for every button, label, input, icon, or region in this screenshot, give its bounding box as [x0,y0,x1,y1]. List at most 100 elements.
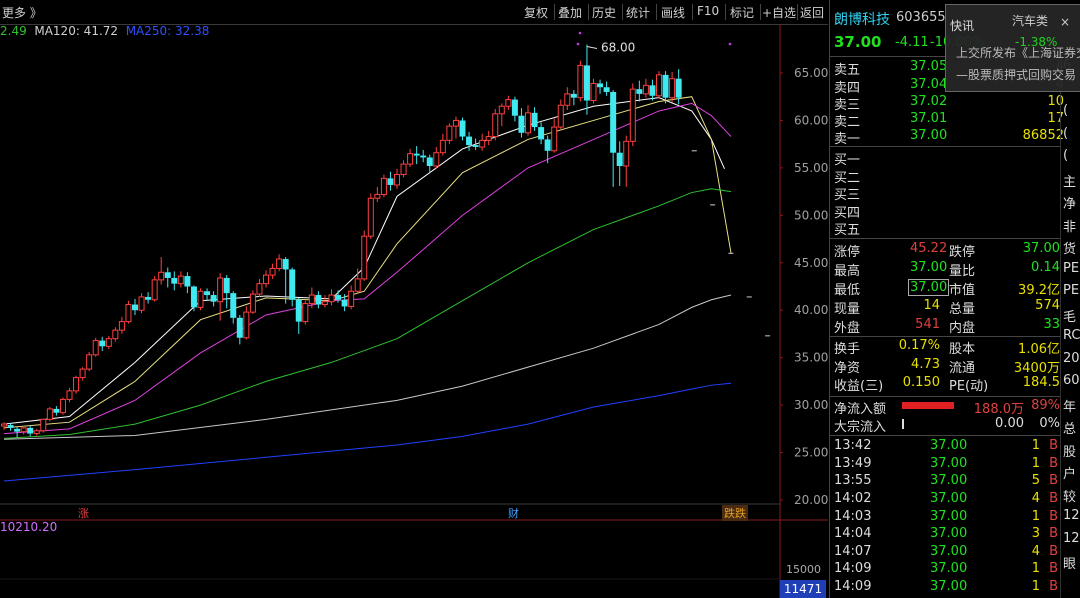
f10-info-fragment: RC [1063,328,1080,343]
back-button[interactable]: 返回 [800,4,824,21]
candle-body [354,278,361,292]
candle-body [158,271,165,281]
f10-info-fragment: 总 [1063,422,1077,437]
toolbar-divider [725,4,726,20]
stat-label: 净资 [834,361,861,376]
candle-body [479,139,486,148]
panel-divider [1060,56,1061,598]
ask-row[interactable]: 卖三 37.02 10 [834,94,1064,113]
candle-body [33,430,40,435]
tick-row: 14:09 37.00 1 B [834,561,1060,579]
stats-row: 净资 4.73 流通 3400万 [834,357,1060,376]
candle-body [236,317,243,338]
draw-line-button[interactable]: 画线 [661,4,685,21]
stat-label: 涨停 [834,245,861,260]
moving-average-line [3,294,732,440]
candle-body [374,193,381,199]
f10-info-column[interactable]: 6(((主净非货PEPE毛RC2060年总股户较1212眼 [1062,56,1080,598]
add-watchlist-button[interactable]: +自选 [762,4,796,21]
block-inflow-row[interactable]: 大宗流入 0.00 0% [834,416,1060,435]
candle-body [629,88,636,142]
limit-up-event-marker[interactable]: 涨 [78,505,89,521]
candle-body [426,157,433,166]
candle-body [452,119,459,127]
stat-value: 14 [923,298,940,313]
candle-body [590,82,597,102]
bid-row[interactable]: 买三 [834,184,1064,203]
bid-label: 买一 [834,153,861,168]
bid-row[interactable]: 买四 [834,202,1064,221]
stats-button[interactable]: 统计 [626,4,650,21]
candle-body [27,427,34,434]
stat-label: 最高 [834,264,861,279]
candle-body [184,276,191,287]
volume-cursor-badge: 11471 [780,580,826,598]
stock-name[interactable]: 朗博科技 [834,9,890,29]
price-axis-label: 65.00 [794,66,828,80]
f10-info-fragment: 眼 [1063,557,1077,572]
mark-button[interactable]: 标记 [730,4,754,21]
f10-info-fragment: 12 [1063,508,1080,523]
candle-body [145,296,152,300]
candle-body [636,89,643,94]
price-axis-label: 45.00 [794,256,828,270]
financial-event-marker[interactable]: 财 [508,505,519,521]
ask-row[interactable]: 卖一 37.00 86852 [834,128,1064,147]
candle-body [263,274,269,285]
stat-value: 541 [915,317,940,332]
tick-side: B [1049,544,1058,559]
news-category-tag[interactable]: 汽车类 [1012,12,1048,29]
candle-body [53,408,60,413]
stat-value: 4.73 [911,357,940,372]
price-axis-label: 35.00 [794,351,828,365]
candle-body [603,87,610,92]
ask-price: 37.00 [910,128,948,143]
candle-body [433,152,440,167]
overlay-button[interactable]: 叠加 [558,4,582,21]
toolbar-divider [656,4,657,20]
stat-value: 37.00 [910,260,948,275]
candle-body [308,294,315,305]
f10-info-fragment: 非 [1063,219,1077,235]
f10-info-fragment: 年 [1063,399,1077,415]
fuquan-button[interactable]: 复权 [524,4,548,21]
candle-body [570,93,577,98]
ask-label: 卖一 [834,132,861,147]
close-icon[interactable]: × [1060,15,1070,29]
tick-price: 37.00 [930,491,968,506]
bid-row[interactable]: 买二 [834,167,1064,186]
candle-body [361,235,368,280]
candlestick-chart[interactable]: 68.00 65.00 60.00 55.00 50.00 45.00 40.00 35.0… [0,24,828,598]
bid-label: 买五 [834,223,861,238]
f10-info-fragment: 毛 [1063,309,1077,325]
bid-row[interactable]: 买一 [834,149,1064,168]
f10-info-fragment: 20 [1063,350,1080,366]
net-inflow-row[interactable]: 净流入额 188.0万 89% [834,398,1060,417]
candle-body [505,99,512,107]
tick-price: 37.00 [930,561,968,576]
divider [830,435,1060,436]
candle-body [321,301,328,306]
stat-label: 收益(三) [834,379,884,394]
ask-row[interactable]: 卖二 37.01 17 [834,111,1064,130]
ask-price: 37.05 [910,59,948,74]
high-price-label: 68.00 [601,41,635,55]
news-headline[interactable]: 上交所发布《上海证券交 [956,44,1080,61]
news-headline[interactable]: —股票质押式回购交易 [956,66,1080,83]
f10-button[interactable]: F10 [697,4,719,18]
event-dot [578,31,582,35]
candle-body [223,277,230,294]
toolbar-divider [622,4,623,20]
tick-time: 14:09 [834,561,872,576]
tick-time: 13:49 [834,456,872,471]
tick-price: 37.00 [930,509,968,524]
stat-label: 内盘 [949,321,976,336]
bid-label: 买三 [834,188,861,203]
bid-row[interactable]: 买五 [834,219,1064,238]
candle-body [498,105,505,115]
candle-body [413,153,420,156]
more-link[interactable]: 更多 》 [2,4,42,21]
history-button[interactable]: 历史 [592,4,616,21]
limit-down-event-marker[interactable]: 跌跌 [722,505,748,521]
tick-volume: 5 [1031,473,1040,488]
